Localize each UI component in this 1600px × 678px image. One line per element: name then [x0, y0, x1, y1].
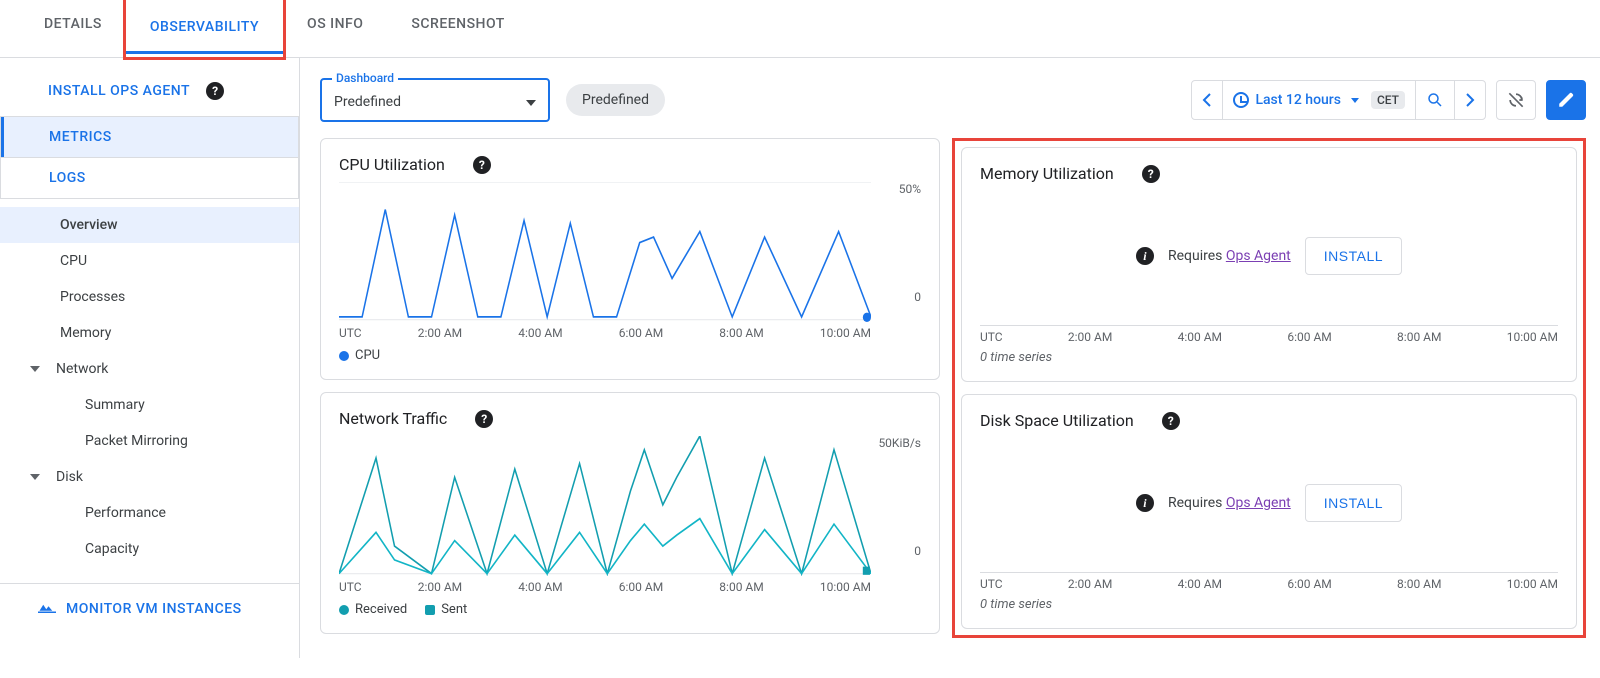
nav-memory[interactable]: Memory — [0, 315, 299, 351]
nav-tree: Overview CPU Processes Memory Network Su… — [0, 199, 299, 575]
x-axis: UTC2:00 AM4:00 AM6:00 AM8:00 AM10:00 AM — [980, 325, 1558, 344]
legend: Received Sent — [339, 602, 921, 617]
legend-swatch — [425, 605, 435, 615]
y-axis-min: 0 — [914, 290, 921, 304]
ops-agent-link[interactable]: Ops Agent — [1226, 495, 1291, 511]
main-content: Dashboard Predefined Predefined Last 12 … — [300, 58, 1600, 658]
legend: CPU — [339, 348, 921, 363]
info-icon: i — [1136, 494, 1154, 512]
nav-disk-performance[interactable]: Performance — [0, 495, 299, 531]
dashboard-select-value: Predefined — [334, 94, 401, 110]
card-disk-space-utilization: Disk Space Utilization ? i Requires Ops … — [961, 394, 1577, 629]
nav-network-summary[interactable]: Summary — [0, 387, 299, 423]
card-network-traffic: Network Traffic ? 50KiB/s 0 — [320, 392, 940, 634]
tab-details[interactable]: DETAILS — [20, 0, 126, 57]
card-title: Network Traffic — [339, 409, 447, 428]
x-axis: UTC2:00 AM4:00 AM6:00 AM8:00 AM10:00 AM — [339, 580, 921, 594]
card-title: Memory Utilization — [980, 164, 1114, 183]
legend-swatch — [339, 351, 349, 361]
card-title: Disk Space Utilization — [980, 411, 1134, 430]
card-cpu-utilization: CPU Utilization ? 50% 0 — [320, 138, 940, 380]
sidebar-group-logs[interactable]: LOGS — [1, 158, 298, 198]
dashboard-chip[interactable]: Predefined — [566, 84, 665, 116]
auto-refresh-off-button[interactable] — [1496, 80, 1536, 120]
help-icon[interactable]: ? — [473, 156, 491, 174]
legend-swatch — [339, 605, 349, 615]
nav-disk-label: Disk — [56, 469, 83, 485]
chevron-down-icon — [1351, 98, 1359, 103]
sidebar-group-metrics[interactable]: METRICS — [1, 117, 298, 157]
empty-series-note: 0 time series — [980, 597, 1558, 612]
requires-text: Requires Ops Agent — [1168, 248, 1291, 264]
sidebar: INSTALL OPS AGENT ? METRICS LOGS Overvie… — [0, 58, 300, 658]
x-axis: UTC2:00 AM4:00 AM6:00 AM8:00 AM10:00 AM — [980, 572, 1558, 591]
empty-series-note: 0 time series — [980, 350, 1558, 365]
nav-disk[interactable]: Disk — [0, 459, 299, 495]
nav-network[interactable]: Network — [0, 351, 299, 387]
cpu-chart[interactable]: 50% 0 — [339, 182, 921, 322]
help-icon[interactable]: ? — [1162, 412, 1180, 430]
install-ops-agent-link[interactable]: INSTALL OPS AGENT — [48, 83, 190, 99]
tab-osinfo[interactable]: OS INFO — [283, 0, 387, 57]
monitor-vm-instances-link[interactable]: MONITOR VM INSTANCES — [66, 601, 242, 617]
nav-processes[interactable]: Processes — [0, 279, 299, 315]
help-icon[interactable]: ? — [206, 82, 224, 100]
y-axis-min: 0 — [914, 544, 921, 558]
monitor-icon — [38, 600, 56, 618]
requires-text: Requires Ops Agent — [1168, 495, 1291, 511]
time-next-button[interactable] — [1455, 81, 1485, 119]
dashboard-select-label: Dashboard — [332, 71, 398, 85]
help-icon[interactable]: ? — [475, 410, 493, 428]
time-search-button[interactable] — [1416, 81, 1455, 119]
dashboard-select[interactable]: Dashboard Predefined — [320, 78, 550, 122]
card-memory-utilization: Memory Utilization ? i Requires Ops Agen… — [961, 147, 1577, 382]
highlight-right-column: Memory Utilization ? i Requires Ops Agen… — [952, 138, 1586, 638]
highlight-tab-observability: OBSERVABILITY — [123, 0, 286, 60]
ops-agent-link[interactable]: Ops Agent — [1226, 248, 1291, 264]
chevron-down-icon — [30, 474, 40, 480]
chevron-down-icon — [30, 366, 40, 372]
time-prev-button[interactable] — [1192, 81, 1223, 119]
chevron-down-icon — [526, 100, 536, 106]
nav-network-label: Network — [56, 361, 108, 377]
network-chart[interactable]: 50KiB/s 0 — [339, 436, 921, 576]
edit-button[interactable] — [1546, 80, 1586, 120]
y-axis-max: 50% — [899, 182, 921, 196]
top-tabs: DETAILS OBSERVABILITY OS INFO SCREENSHOT — [0, 0, 1600, 58]
tab-screenshot[interactable]: SCREENSHOT — [387, 0, 528, 57]
time-range-control: Last 12 hours CET — [1191, 80, 1486, 120]
x-axis: UTC2:00 AM4:00 AM6:00 AM8:00 AM10:00 AM — [339, 326, 921, 340]
timezone-chip[interactable]: CET — [1371, 91, 1405, 109]
nav-disk-capacity[interactable]: Capacity — [0, 531, 299, 567]
clock-icon — [1233, 92, 1249, 108]
install-button[interactable]: INSTALL — [1305, 237, 1402, 275]
time-range-selector[interactable]: Last 12 hours CET — [1223, 81, 1416, 119]
time-range-label: Last 12 hours — [1255, 92, 1341, 108]
y-axis-max: 50KiB/s — [878, 436, 921, 450]
nav-cpu[interactable]: CPU — [0, 243, 299, 279]
nav-network-packet-mirroring[interactable]: Packet Mirroring — [0, 423, 299, 459]
tab-observability[interactable]: OBSERVABILITY — [126, 3, 283, 54]
install-button[interactable]: INSTALL — [1305, 484, 1402, 522]
nav-overview[interactable]: Overview — [0, 207, 299, 243]
help-icon[interactable]: ? — [1142, 165, 1160, 183]
card-title: CPU Utilization — [339, 155, 445, 174]
info-icon: i — [1136, 247, 1154, 265]
